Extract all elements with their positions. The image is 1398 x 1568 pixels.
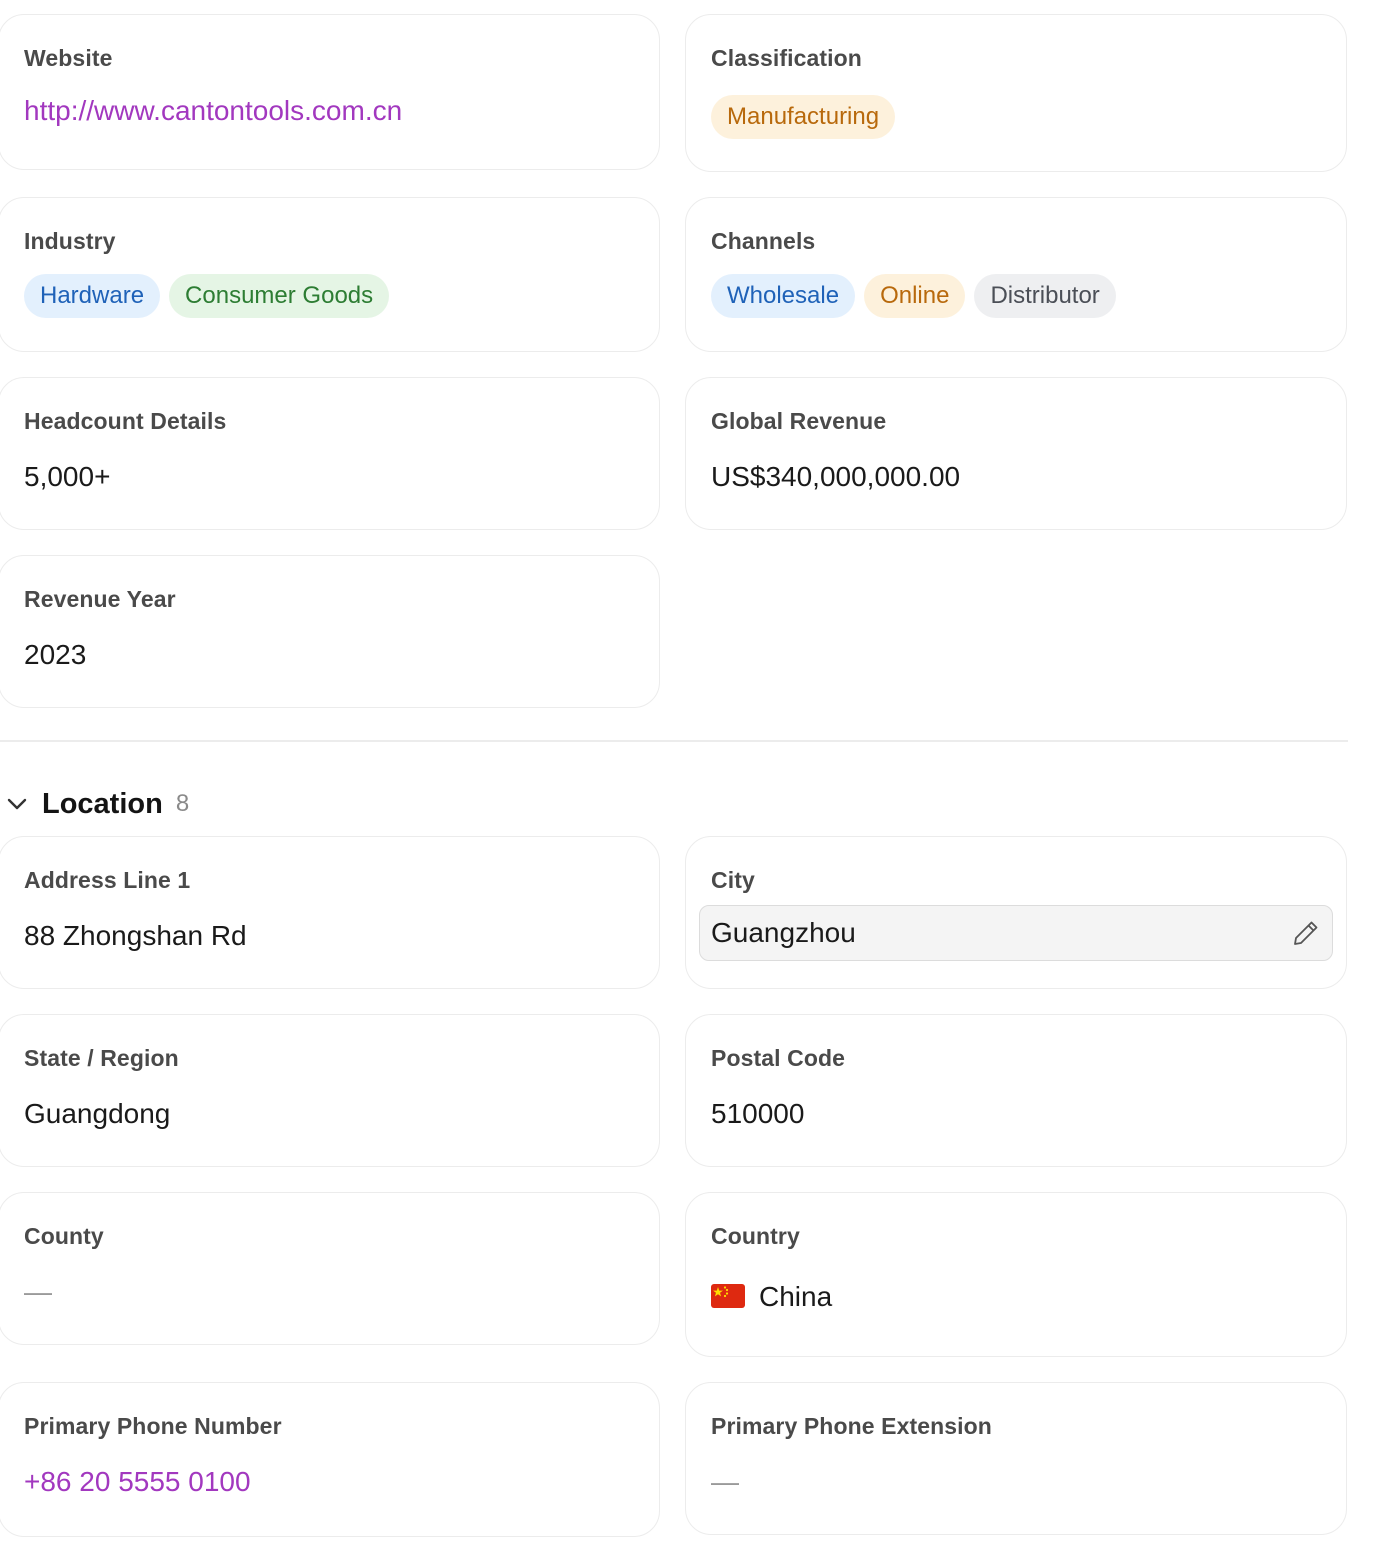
city-label: City [711,867,755,893]
postal-code-value[interactable]: 510000 [711,1097,804,1131]
country-value: China [759,1281,833,1312]
section-divider [0,740,1348,742]
tag-manufacturing[interactable]: Manufacturing [711,95,896,139]
state-region-label: State / Region [24,1045,179,1071]
city-value[interactable]: Guangzhou [711,916,856,950]
revenue-year-label: Revenue Year [24,586,176,612]
state-region-value[interactable]: Guangdong [24,1097,170,1131]
country-value-row[interactable]: China [711,1280,832,1314]
postal-code-label: Postal Code [711,1045,846,1071]
pencil-icon[interactable] [1291,918,1321,948]
classification-card: Classification Manufacturing [685,14,1347,172]
classification-label: Classification [711,45,862,71]
tag-hardware[interactable]: Hardware [24,274,161,318]
industry-tags: Hardware Consumer Goods [24,274,390,318]
global-revenue-value[interactable]: US$340,000,000.00 [711,460,960,494]
primary-phone-card: Primary Phone Number +86 20 5555 0100 [0,1382,660,1537]
address-line-1-card: Address Line 1 88 Zhongshan Rd [0,836,660,989]
website-label: Website [24,45,113,71]
postal-code-card: Postal Code 510000 [685,1014,1347,1167]
website-card: Website http://www.cantontools.com.cn [0,14,660,170]
primary-phone-ext-value[interactable]: — [711,1465,739,1499]
classification-tags: Manufacturing [711,95,896,139]
location-section-count: 8 [175,790,190,817]
china-flag-icon [711,1284,745,1308]
primary-phone-link[interactable]: +86 20 5555 0100 [24,1465,251,1499]
channels-card: Channels Wholesale Online Distributor [685,197,1347,352]
tag-distributor[interactable]: Distributor [974,274,1116,318]
address-line-1-value[interactable]: 88 Zhongshan Rd [24,919,247,953]
chevron-down-icon[interactable] [6,793,28,815]
global-revenue-card: Global Revenue US$340,000,000.00 [685,377,1347,530]
channels-tags: Wholesale Online Distributor [711,274,1116,318]
global-revenue-label: Global Revenue [711,408,887,434]
primary-phone-ext-label: Primary Phone Extension [711,1413,992,1439]
location-section-header[interactable]: Location 8 [6,786,189,822]
primary-phone-ext-card: Primary Phone Extension — [685,1382,1347,1535]
tag-online[interactable]: Online [864,274,966,318]
address-line-1-label: Address Line 1 [24,867,191,893]
industry-card: Industry Hardware Consumer Goods [0,197,660,352]
county-value[interactable]: — [24,1275,52,1309]
tag-wholesale[interactable]: Wholesale [711,274,856,318]
county-card: County — [0,1192,660,1345]
headcount-card: Headcount Details 5,000+ [0,377,660,530]
city-card: City Guangzhou [685,836,1347,989]
country-label: Country [711,1223,800,1249]
revenue-year-card: Revenue Year 2023 [0,555,660,708]
location-section-title: Location [42,787,163,820]
city-field[interactable]: Guangzhou [699,905,1333,961]
revenue-year-value[interactable]: 2023 [24,638,86,672]
primary-phone-label: Primary Phone Number [24,1413,282,1439]
country-card: Country China [685,1192,1347,1357]
headcount-value[interactable]: 5,000+ [24,460,110,494]
channels-label: Channels [711,228,816,254]
state-region-card: State / Region Guangdong [0,1014,660,1167]
website-link[interactable]: http://www.cantontools.com.cn [24,94,402,128]
headcount-label: Headcount Details [24,408,227,434]
tag-consumer-goods[interactable]: Consumer Goods [169,274,390,318]
county-label: County [24,1223,104,1249]
industry-label: Industry [24,228,116,254]
